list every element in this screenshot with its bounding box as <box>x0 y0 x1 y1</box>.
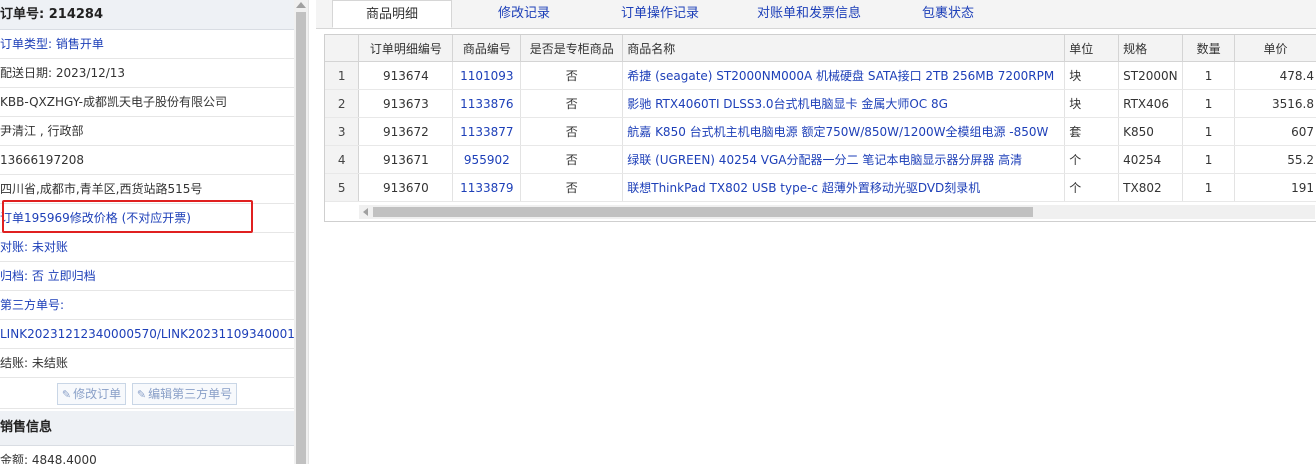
cell-product-name[interactable]: 绿联 (UGREEN) 40254 VGA分配器一分二 笔记本电脑显示器分屏器 … <box>622 145 1066 174</box>
cell-spec: RTX406 <box>1118 89 1184 118</box>
cell-unit-price: 3516.8 <box>1234 89 1316 118</box>
cell-unit: 块 <box>1064 89 1120 118</box>
cell-counter-item: 否 <box>520 145 624 174</box>
third-party-order-label: 第三方单号: <box>0 291 294 320</box>
tab-modify-records[interactable]: 修改记录 <box>464 0 584 28</box>
cell-unit: 个 <box>1064 145 1120 174</box>
table-body: 1 913674 1101093 否希捷 (seagate) ST2000NM000A… <box>325 61 1316 202</box>
cell-product-id[interactable]: 1133876 <box>452 89 522 118</box>
cell-quantity: 1 <box>1182 145 1236 174</box>
cell-row-number: 1 <box>325 61 360 90</box>
sales-amount: 金额: 4848.4000 <box>0 446 294 464</box>
customer-company: KBB-QXZHGY-成都凯天电子股份有限公司 <box>0 88 294 117</box>
table-row[interactable]: 3 913672 1133877 否航嘉 K850 台式机主机电脑电源 额定750W/… <box>325 117 1316 146</box>
cell-unit: 个 <box>1064 173 1120 202</box>
table-row[interactable]: 5 913670 1133879 否联想ThinkPad TX802 USB type… <box>325 173 1316 202</box>
cell-quantity: 1 <box>1182 61 1236 90</box>
header-counter-item[interactable]: 是否是专柜商品 <box>520 35 624 62</box>
cell-product-name[interactable]: 希捷 (seagate) ST2000NM000A 机械硬盘 SATA接口 2T… <box>622 61 1066 90</box>
cell-detail-id: 913672 <box>358 117 454 146</box>
delivery-date: 配送日期: 2023/12/13 <box>0 59 294 88</box>
order-action-bar: ✎ 修改订单 ✎ 编辑第三方单号 <box>0 378 294 409</box>
product-detail-grid: 订单明细编号 商品编号 是否是专柜商品 商品名称 单位 规格 数量 单价 1 91… <box>324 34 1316 222</box>
edit-third-party-button[interactable]: ✎ 编辑第三方单号 <box>131 382 238 405</box>
cell-unit-price: 478.4 <box>1234 61 1316 90</box>
cell-spec: TX802 <box>1118 173 1184 202</box>
detail-panel: 商品明细 修改记录 订单操作记录 对账单和发票信息 包裹状态 订单明细编号 商品… <box>316 0 1316 464</box>
cell-product-id[interactable]: 1133879 <box>452 173 522 202</box>
tab-statement-invoice[interactable]: 对账单和发票信息 <box>734 0 884 28</box>
tab-product-details[interactable]: 商品明细 <box>332 0 452 28</box>
scroll-left-icon[interactable] <box>363 208 368 216</box>
table-row[interactable]: 2 913673 1133876 否影驰 RTX4060TI DLSS3.0台式机电脑… <box>325 89 1316 118</box>
cell-quantity: 1 <box>1182 173 1236 202</box>
edit-order-button[interactable]: ✎ 修改订单 <box>56 382 127 405</box>
third-party-order-numbers[interactable]: LINK20231212340000570/LINK20231109340001… <box>0 320 294 349</box>
cell-counter-item: 否 <box>520 61 624 90</box>
scroll-up-icon[interactable] <box>296 2 306 8</box>
tab-order-operation-records[interactable]: 订单操作记录 <box>598 0 722 28</box>
header-quantity[interactable]: 数量 <box>1182 35 1236 62</box>
reconcile-status[interactable]: 对账: 未对账 <box>0 233 294 262</box>
cell-quantity: 1 <box>1182 117 1236 146</box>
table-row[interactable]: 4 913671 955902 否绿联 (UGREEN) 40254 VGA分配器一分… <box>325 145 1316 174</box>
cell-row-number: 3 <box>325 117 360 146</box>
tab-bar: 商品明细 修改记录 订单操作记录 对账单和发票信息 包裹状态 <box>316 0 1316 29</box>
tab-package-status[interactable]: 包裹状态 <box>888 0 1008 28</box>
order-number-header: 订单号: 214284 <box>0 0 294 30</box>
cell-counter-item: 否 <box>520 117 624 146</box>
cell-spec: ST2000N <box>1118 61 1184 90</box>
cell-quantity: 1 <box>1182 89 1236 118</box>
cell-counter-item: 否 <box>520 173 624 202</box>
cell-detail-id: 913674 <box>358 61 454 90</box>
edit-icon: ✎ <box>61 387 72 401</box>
product-table: 订单明细编号 商品编号 是否是专柜商品 商品名称 单位 规格 数量 单价 1 91… <box>325 35 1316 202</box>
cell-row-number: 4 <box>325 145 360 174</box>
left-panel-scrollbar[interactable] <box>294 0 308 464</box>
cell-unit-price: 55.2 <box>1234 145 1316 174</box>
header-unit[interactable]: 单位 <box>1064 35 1120 62</box>
header-detail-id[interactable]: 订单明细编号 <box>358 35 454 62</box>
archive-status[interactable]: 归档: 否 立即归档 <box>0 262 294 291</box>
header-row-number <box>325 35 360 62</box>
order-type[interactable]: 订单类型: 销售开单 <box>0 30 294 59</box>
scroll-thumb[interactable] <box>296 12 306 464</box>
cell-detail-id: 913670 <box>358 173 454 202</box>
cell-detail-id: 913673 <box>358 89 454 118</box>
table-header-row: 订单明细编号 商品编号 是否是专柜商品 商品名称 单位 规格 数量 单价 <box>325 35 1316 62</box>
cell-unit: 块 <box>1064 61 1120 90</box>
order-number: 订单号: 214284 <box>0 7 103 22</box>
edit-icon: ✎ <box>136 387 147 401</box>
cell-product-id[interactable]: 1101093 <box>452 61 522 90</box>
cell-product-name[interactable]: 航嘉 K850 台式机主机电脑电源 额定750W/850W/1200W全模组电源… <box>622 117 1066 146</box>
header-unit-price[interactable]: 单价 <box>1234 35 1316 62</box>
header-product-name[interactable]: 商品名称 <box>622 35 1066 62</box>
cell-product-id[interactable]: 955902 <box>452 145 522 174</box>
highlight-box <box>2 200 253 233</box>
cell-unit-price: 607 <box>1234 117 1316 146</box>
cell-counter-item: 否 <box>520 89 624 118</box>
header-spec[interactable]: 规格 <box>1118 35 1184 62</box>
contact-person: 尹清江 , 行政部 <box>0 117 294 146</box>
scroll-thumb[interactable] <box>373 207 1033 217</box>
header-product-id[interactable]: 商品编号 <box>452 35 522 62</box>
contact-phone: 13666197208 <box>0 146 294 175</box>
table-row[interactable]: 1 913674 1101093 否希捷 (seagate) ST2000NM000A… <box>325 61 1316 90</box>
cell-spec: K850 <box>1118 117 1184 146</box>
cell-detail-id: 913671 <box>358 145 454 174</box>
cell-unit-price: 191 <box>1234 173 1316 202</box>
cell-row-number: 2 <box>325 89 360 118</box>
table-horizontal-scrollbar[interactable] <box>359 205 1315 219</box>
sales-info-header: 销售信息 <box>0 411 294 446</box>
cell-row-number: 5 <box>325 173 360 202</box>
cell-product-name[interactable]: 影驰 RTX4060TI DLSS3.0台式机电脑显卡 金属大师OC 8G <box>622 89 1066 118</box>
settlement-status: 结账: 未结账 <box>0 349 294 378</box>
cell-product-name[interactable]: 联想ThinkPad TX802 USB type-c 超薄外置移动光驱DVD刻… <box>622 173 1066 202</box>
cell-product-id[interactable]: 1133877 <box>452 117 522 146</box>
cell-spec: 40254 <box>1118 145 1184 174</box>
order-info-panel: 订单号: 214284 订单类型: 销售开单 配送日期: 2023/12/13 … <box>0 0 294 464</box>
cell-unit: 套 <box>1064 117 1120 146</box>
